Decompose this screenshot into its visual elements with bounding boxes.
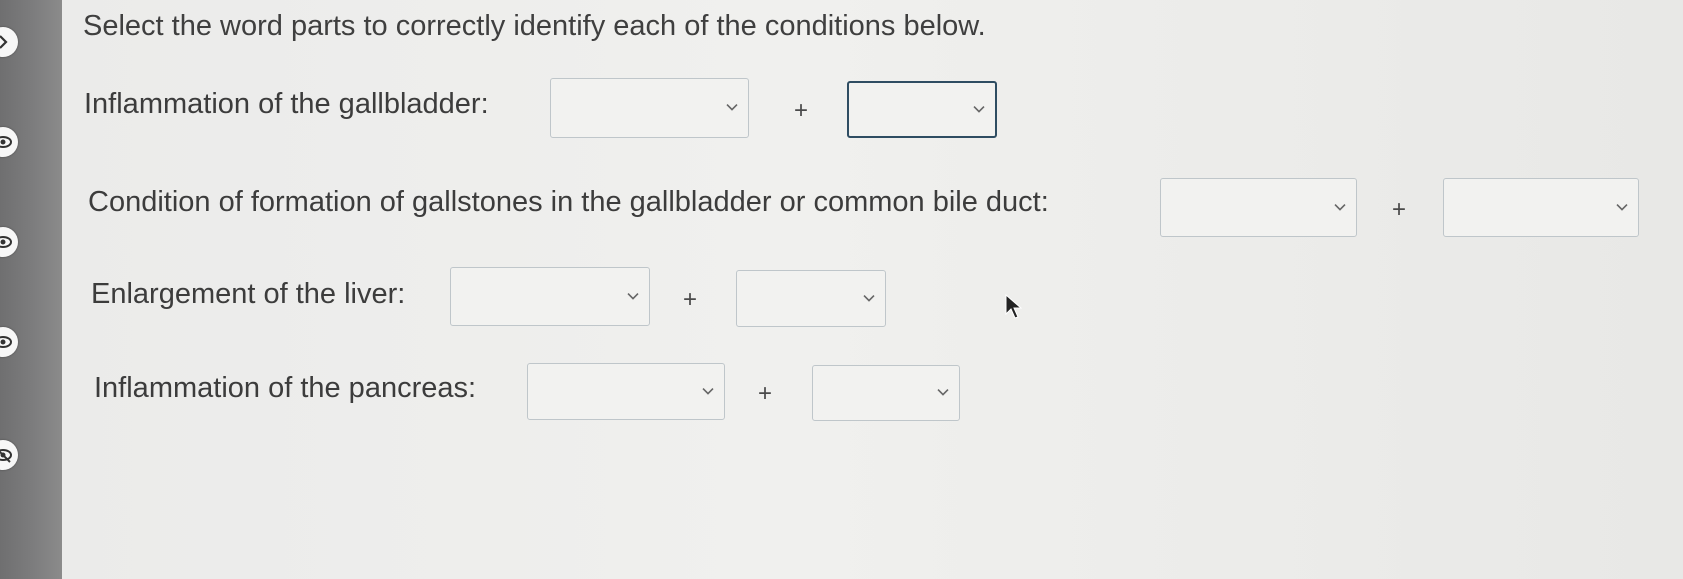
chevron-down-icon [726, 104, 738, 111]
question-label: Inflammation of the pancreas: [94, 372, 477, 404]
word-part-dropdown-1[interactable] [550, 78, 749, 138]
plus-sign: + [1392, 196, 1407, 223]
chevron-down-icon [973, 105, 985, 113]
word-part-dropdown-2[interactable] [1443, 178, 1639, 237]
chevron-down-icon [863, 294, 875, 302]
plus-sign: + [794, 97, 809, 124]
chevron-down-icon [937, 389, 949, 396]
chevron-down-icon [1334, 203, 1346, 211]
word-part-dropdown-1[interactable] [527, 363, 725, 420]
eye-icon[interactable] [0, 327, 18, 357]
mouse-pointer-icon [1005, 294, 1023, 319]
chevron-down-icon [1616, 203, 1628, 211]
eye-icon[interactable] [0, 227, 18, 257]
word-part-dropdown-1[interactable] [1160, 178, 1357, 237]
word-part-dropdown-2[interactable] [812, 365, 960, 421]
question-label: Inflammation of the gallbladder: [84, 88, 489, 120]
eye-icon[interactable] [0, 127, 18, 157]
plus-sign: + [758, 380, 773, 407]
question-label: Enlargement of the liver: [91, 278, 406, 310]
chevron-down-icon [702, 387, 714, 395]
chevron-down-icon [627, 292, 639, 300]
word-part-dropdown-2[interactable] [736, 270, 886, 327]
word-part-dropdown-1[interactable] [450, 267, 650, 326]
plus-sign: + [683, 286, 698, 313]
word-part-dropdown-2[interactable] [847, 81, 997, 138]
chevron-right-icon[interactable] [0, 27, 18, 57]
question-panel: Select the word parts to correctly ident… [62, 0, 1683, 579]
left-rail [0, 0, 62, 579]
question-label: Condition of formation of gallstones in … [88, 186, 1049, 218]
eye-off-icon[interactable] [0, 440, 18, 470]
instruction-text: Select the word parts to correctly ident… [83, 10, 986, 42]
